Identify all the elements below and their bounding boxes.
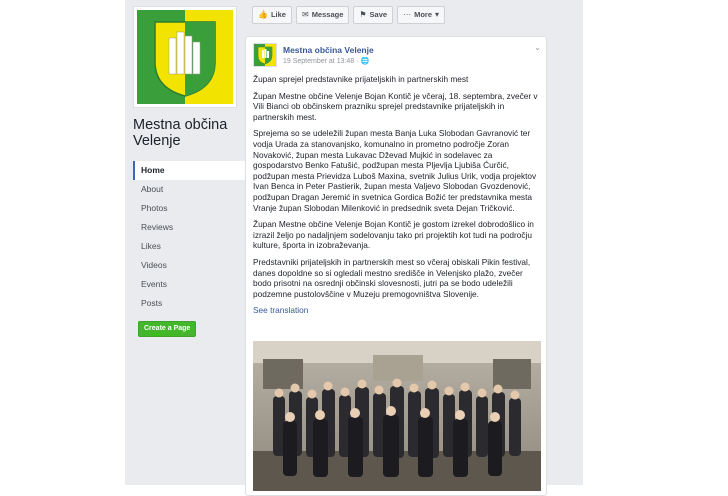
post-card: Mestna občina Velenje 19 September at 13…: [245, 36, 547, 496]
caret-down-icon: ▾: [435, 10, 440, 19]
post-paragraph: Župan Mestne občine Velenje Bojan Kontič…: [253, 90, 538, 122]
coat-of-arms-small-icon: [254, 44, 276, 66]
group-photo-image: [253, 341, 541, 491]
post-header: Mestna občina Velenje 19 September at 13…: [253, 43, 541, 71]
like-label: Like: [270, 10, 286, 19]
nav-item-about[interactable]: About: [133, 180, 245, 199]
post-body: Župan sprejel predstavnike prijateljskih…: [253, 74, 541, 315]
more-button[interactable]: ··· More ▾: [397, 6, 446, 24]
post-paragraph: Predstavniki prijateljskih in partnerski…: [253, 256, 531, 299]
page-actions-bar: 👍 Like ✉ Message ⚑ Save ··· More ▾: [252, 6, 446, 24]
create-page-button[interactable]: Create a Page: [138, 321, 197, 337]
message-button[interactable]: ✉ Message: [295, 6, 350, 24]
nav-item-events[interactable]: Events: [133, 275, 245, 294]
author-avatar[interactable]: [253, 43, 277, 67]
save-button[interactable]: ⚑ Save: [353, 6, 394, 24]
more-label: More: [414, 10, 432, 19]
post-paragraph: Sprejema so se udeležili župan mesta Ban…: [253, 128, 537, 213]
post-author-link[interactable]: Mestna občina Velenje: [283, 45, 374, 55]
post-headline: Župan sprejel predstavnike prijateljskih…: [253, 74, 469, 84]
nav-item-likes[interactable]: Likes: [133, 237, 245, 256]
bookmark-icon: ⚑: [359, 10, 367, 19]
see-translation-link[interactable]: See translation: [253, 305, 541, 315]
coat-of-arms-logo: [137, 10, 233, 104]
nav-item-videos[interactable]: Videos: [133, 256, 245, 275]
nav-item-home[interactable]: Home: [133, 161, 245, 180]
post-photo[interactable]: [253, 341, 541, 491]
like-button[interactable]: 👍 Like: [252, 6, 292, 24]
nav-item-photos[interactable]: Photos: [133, 199, 245, 218]
profile-picture[interactable]: [133, 6, 237, 108]
post-time-text: 19 September at 13:48 ·: [283, 58, 361, 65]
page-nav: Home About Photos Reviews Likes Videos E…: [133, 161, 245, 313]
save-label: Save: [369, 10, 388, 19]
page-title[interactable]: Mestna občina Velenje: [133, 117, 243, 149]
message-label: Message: [311, 10, 344, 19]
post-paragraph: Župan Mestne občine Velenje Bojan Kontič…: [253, 219, 534, 251]
globe-icon: 🌐: [360, 58, 370, 65]
nav-item-reviews[interactable]: Reviews: [133, 218, 245, 237]
post-timestamp[interactable]: 19 September at 13:48 · 🌐: [283, 57, 369, 65]
ellipsis-icon: ···: [403, 10, 412, 19]
thumbs-up-icon: 👍: [258, 10, 268, 19]
message-icon: ✉: [301, 10, 309, 19]
nav-item-posts[interactable]: Posts: [133, 294, 245, 313]
post-options-chevron-icon[interactable]: ⌄: [534, 43, 541, 52]
